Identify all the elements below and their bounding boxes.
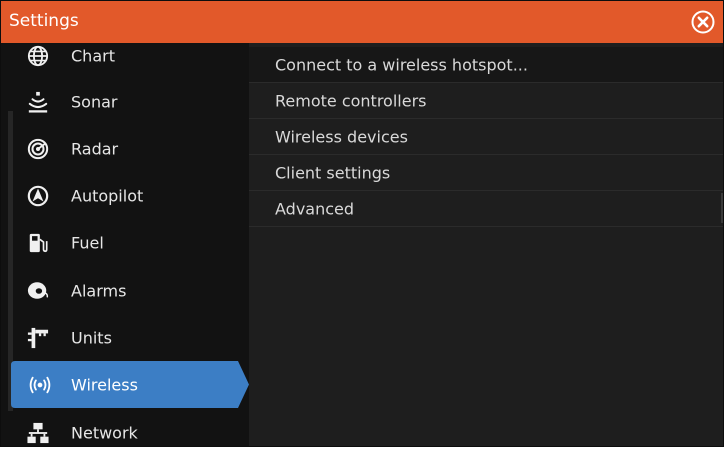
wireless-icon — [29, 376, 51, 393]
option-label: Advanced — [275, 199, 355, 218]
window-title: Settings — [9, 11, 79, 31]
autopilot-icon — [27, 185, 49, 206]
option-label: Client settings — [275, 163, 391, 182]
title-bar: Settings — [1, 1, 723, 43]
option-remote-controllers[interactable]: Remote controllers — [249, 83, 723, 119]
option-advanced[interactable]: Advanced — [249, 191, 723, 227]
wireless-settings-panel: Connect to a wireless hotspot... Remote … — [249, 43, 723, 446]
close-icon[interactable] — [691, 10, 715, 34]
option-label: Wireless devices — [275, 127, 408, 146]
sidebar-item-label: Alarms — [71, 281, 127, 300]
fuel-pump-icon — [29, 233, 48, 252]
sidebar-item-label: Units — [71, 328, 112, 347]
sidebar-item-radar[interactable]: Radar — [1, 125, 249, 172]
sonar-icon — [28, 91, 48, 113]
settings-window: Settings Chart Sonar Radar Autopilot Fue… — [0, 0, 724, 447]
option-label: Connect to a wireless hotspot... — [275, 55, 528, 74]
option-client-settings[interactable]: Client settings — [249, 155, 723, 191]
globe-icon — [27, 45, 49, 66]
sidebar-item-network[interactable]: Network — [1, 409, 249, 446]
sidebar-item-label: Chart — [71, 46, 115, 65]
sidebar-item-label: Sonar — [71, 92, 118, 111]
sidebar-item-fuel[interactable]: Fuel — [1, 219, 249, 266]
sidebar-item-alarms[interactable]: Alarms — [1, 267, 249, 314]
sidebar-item-label: Wireless — [71, 375, 138, 394]
sidebar-item-chart[interactable]: Chart — [1, 43, 249, 79]
sidebar-item-label: Autopilot — [71, 186, 144, 205]
settings-sidebar: Chart Sonar Radar Autopilot Fuel Alarms … — [1, 43, 249, 446]
network-icon — [27, 422, 49, 443]
sidebar-item-label: Radar — [71, 139, 119, 158]
alarm-bell-icon — [27, 281, 49, 299]
option-wireless-devices[interactable]: Wireless devices — [249, 119, 723, 155]
sidebar-item-sonar[interactable]: Sonar — [1, 78, 249, 125]
option-label: Remote controllers — [275, 91, 427, 110]
sidebar-item-autopilot[interactable]: Autopilot — [1, 172, 249, 219]
sidebar-item-wireless[interactable]: Wireless — [1, 361, 249, 408]
sidebar-item-units[interactable]: Units — [1, 314, 249, 361]
sidebar-item-label: Network — [71, 423, 138, 442]
row-edge-marker — [721, 193, 723, 223]
radar-icon — [27, 138, 49, 159]
sidebar-item-label: Fuel — [71, 233, 104, 252]
option-connect-hotspot[interactable]: Connect to a wireless hotspot... — [249, 47, 723, 83]
ruler-icon — [27, 327, 49, 348]
